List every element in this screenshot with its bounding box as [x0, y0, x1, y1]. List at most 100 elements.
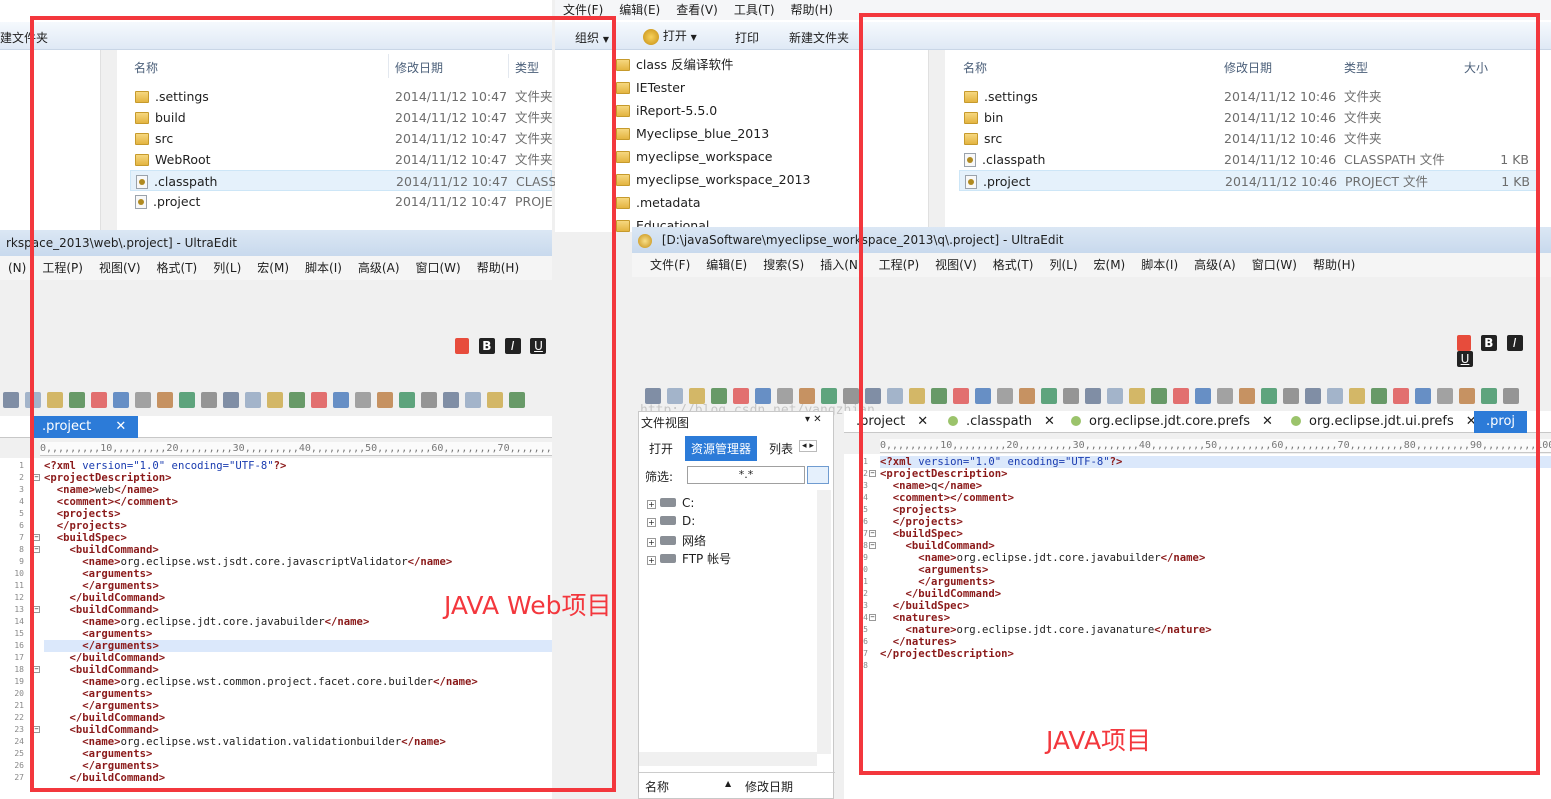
toolbar-button-icon[interactable]	[843, 388, 859, 404]
drive-tree-item[interactable]: + 网络	[647, 532, 706, 549]
new-folder-button[interactable]: 新建文件夹	[789, 29, 849, 46]
menu-item[interactable]: 帮助(H)	[783, 0, 841, 20]
drive-tree-label: C:	[682, 496, 695, 510]
folder-icon	[616, 128, 630, 140]
ftp-icon	[660, 554, 676, 563]
open-label: 打开	[662, 29, 687, 43]
pin-icon[interactable]: ▾ ✕	[805, 414, 822, 425]
expand-icon[interactable]: +	[647, 500, 656, 509]
drive-tree-label: FTP 帐号	[682, 552, 732, 566]
folder-icon	[616, 220, 630, 232]
nav-tree-item[interactable]: iReport-5.5.0	[616, 99, 717, 122]
tab-list[interactable]: 列表	[769, 440, 793, 457]
menu-item[interactable]: 查看(V)	[668, 0, 726, 20]
line-number: 12	[14, 593, 24, 602]
toolbar-button-icon[interactable]	[755, 388, 771, 404]
line-number: 25	[14, 749, 24, 758]
line-number: 23	[14, 725, 24, 734]
drive-tree-item[interactable]: + C:	[647, 496, 694, 510]
menu-item[interactable]: 编辑(E)	[611, 0, 668, 20]
drive-tree-label: 网络	[682, 534, 707, 548]
drive-icon	[660, 516, 676, 525]
toolbar-button-icon[interactable]	[821, 388, 837, 404]
line-number: 6	[19, 521, 24, 530]
folder-open-icon[interactable]	[807, 466, 829, 484]
nav-tree-item[interactable]: IETester	[616, 76, 685, 99]
line-number: 24	[14, 737, 24, 746]
line-number: 1	[19, 461, 24, 470]
drive-tree-item[interactable]: + D:	[647, 514, 695, 528]
toolbar-button-icon[interactable]	[733, 388, 749, 404]
filter-label: 筛选:	[645, 470, 674, 484]
folder-icon	[616, 59, 630, 71]
toolbar-button-icon[interactable]	[3, 392, 19, 408]
folder-icon	[616, 151, 630, 163]
toolbar-button-icon[interactable]	[777, 388, 793, 404]
file-view-scrollbar[interactable]	[817, 490, 831, 754]
drive-tree-item[interactable]: + FTP 帐号	[647, 550, 731, 567]
toolbar-button-icon[interactable]	[645, 388, 661, 404]
tab-open[interactable]: 打开	[649, 440, 673, 457]
line-number: 26	[14, 761, 24, 770]
line-number: 16	[14, 641, 24, 650]
column-header-name[interactable]: 名称	[645, 778, 669, 795]
line-number: 13	[14, 605, 24, 614]
file-view-title: 文件视图	[641, 416, 690, 430]
menu-item[interactable]: 搜索(S)	[755, 253, 812, 277]
line-number: 7	[19, 533, 24, 542]
line-number: 3	[19, 485, 24, 494]
folder-icon	[616, 197, 630, 209]
tab-explorer[interactable]: 资源管理器	[685, 436, 758, 461]
line-number: 21	[14, 701, 24, 710]
nav-tree-item[interactable]: .metadata	[616, 191, 701, 214]
line-number: 18	[14, 665, 24, 674]
toolbar-button-icon[interactable]	[689, 388, 705, 404]
filter-input[interactable]: *.*	[687, 466, 805, 484]
toolbar-button-icon[interactable]	[711, 388, 727, 404]
nav-tree-item[interactable]: myeclipse_workspace_2013	[616, 168, 810, 191]
print-button[interactable]: 打印	[735, 29, 759, 46]
nav-tree-item[interactable]: class 反编译软件	[616, 53, 734, 76]
line-number: 17	[14, 653, 24, 662]
expand-icon[interactable]: +	[647, 556, 656, 565]
annotation-label-web: JAVA Web项目	[444, 591, 612, 620]
file-view-tabs: 打开 资源管理器 列表 ◂ ▸	[639, 436, 835, 461]
column-header-date[interactable]: 修改日期	[745, 778, 793, 795]
file-view-bottom-header: 名称 ▲ 修改日期	[639, 772, 835, 796]
menu-item[interactable]: 编辑(E)	[698, 253, 755, 277]
nav-tree-item[interactable]: Myeclipse_blue_2013	[616, 122, 769, 145]
line-number: 2	[19, 473, 24, 482]
menu-item[interactable]: 工具(T)	[726, 0, 783, 20]
file-view-pane: 文件视图 ▾ ✕ 打开 资源管理器 列表 ◂ ▸ 筛选: *.* + C: + D: +…	[638, 411, 835, 799]
nav-tree-item[interactable]: myeclipse_workspace	[616, 145, 772, 168]
expand-icon[interactable]: +	[647, 538, 656, 547]
annotation-box-java	[859, 13, 1540, 775]
menu-item[interactable]: 文件(F)	[642, 253, 698, 277]
nav-tree-label: myeclipse_workspace_2013	[636, 172, 811, 187]
line-number: 20	[14, 689, 24, 698]
nav-tree-label: .metadata	[636, 195, 701, 210]
nav-tree-label: IETester	[636, 80, 686, 95]
line-number: 15	[14, 629, 24, 638]
open-button[interactable]: 打开 ▼	[643, 27, 697, 45]
folder-icon	[616, 174, 630, 186]
line-number: 22	[14, 713, 24, 722]
line-number: 4	[19, 497, 24, 506]
line-number: 8	[19, 545, 24, 554]
ultraedit-icon	[638, 233, 652, 248]
open-icon	[643, 28, 659, 45]
line-number: 11	[14, 581, 24, 590]
toolbar-button-icon[interactable]	[667, 388, 683, 404]
tab-scroll-arrows[interactable]: ◂ ▸	[799, 440, 817, 452]
file-view-hscroll[interactable]	[639, 752, 817, 766]
line-number: 10	[14, 569, 24, 578]
toolbar-button-icon[interactable]	[799, 388, 815, 404]
sort-icon: ▲	[725, 779, 732, 788]
line-number: 14	[14, 617, 24, 626]
expand-icon[interactable]: +	[647, 518, 656, 527]
folder-icon	[616, 82, 630, 94]
nav-tree-label: Myeclipse_blue_2013	[636, 126, 770, 141]
chevron-down-icon: ▼	[690, 33, 697, 42]
line-number: 27	[14, 773, 24, 782]
drive-tree-label: D:	[682, 514, 696, 528]
